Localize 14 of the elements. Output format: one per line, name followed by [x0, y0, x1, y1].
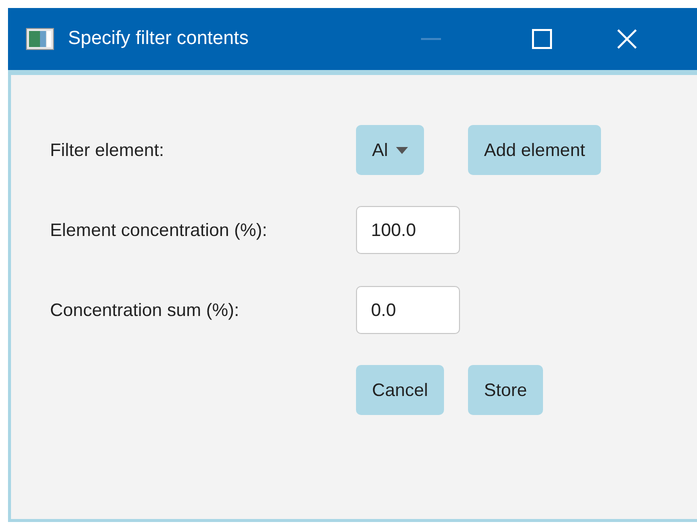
app-icon — [26, 28, 54, 50]
maximize-icon[interactable] — [532, 29, 552, 49]
input-field[interactable]: 0.0 — [356, 286, 460, 334]
add-element-button[interactable]: Add element — [468, 125, 602, 175]
close-icon[interactable] — [617, 29, 637, 49]
window-title: Specify filter contents — [68, 26, 249, 51]
field-label: Concentration sum (%): — [50, 298, 240, 322]
element-dropdown[interactable]: Al — [356, 125, 424, 175]
field-label: Element concentration (%): — [50, 218, 268, 242]
caret-icon — [396, 146, 408, 154]
store-button[interactable]: Store — [468, 365, 544, 415]
cancel-button[interactable]: Cancel — [356, 365, 444, 415]
field-label: Filter element: — [50, 138, 166, 162]
input-field[interactable]: 100.0 — [356, 206, 460, 254]
